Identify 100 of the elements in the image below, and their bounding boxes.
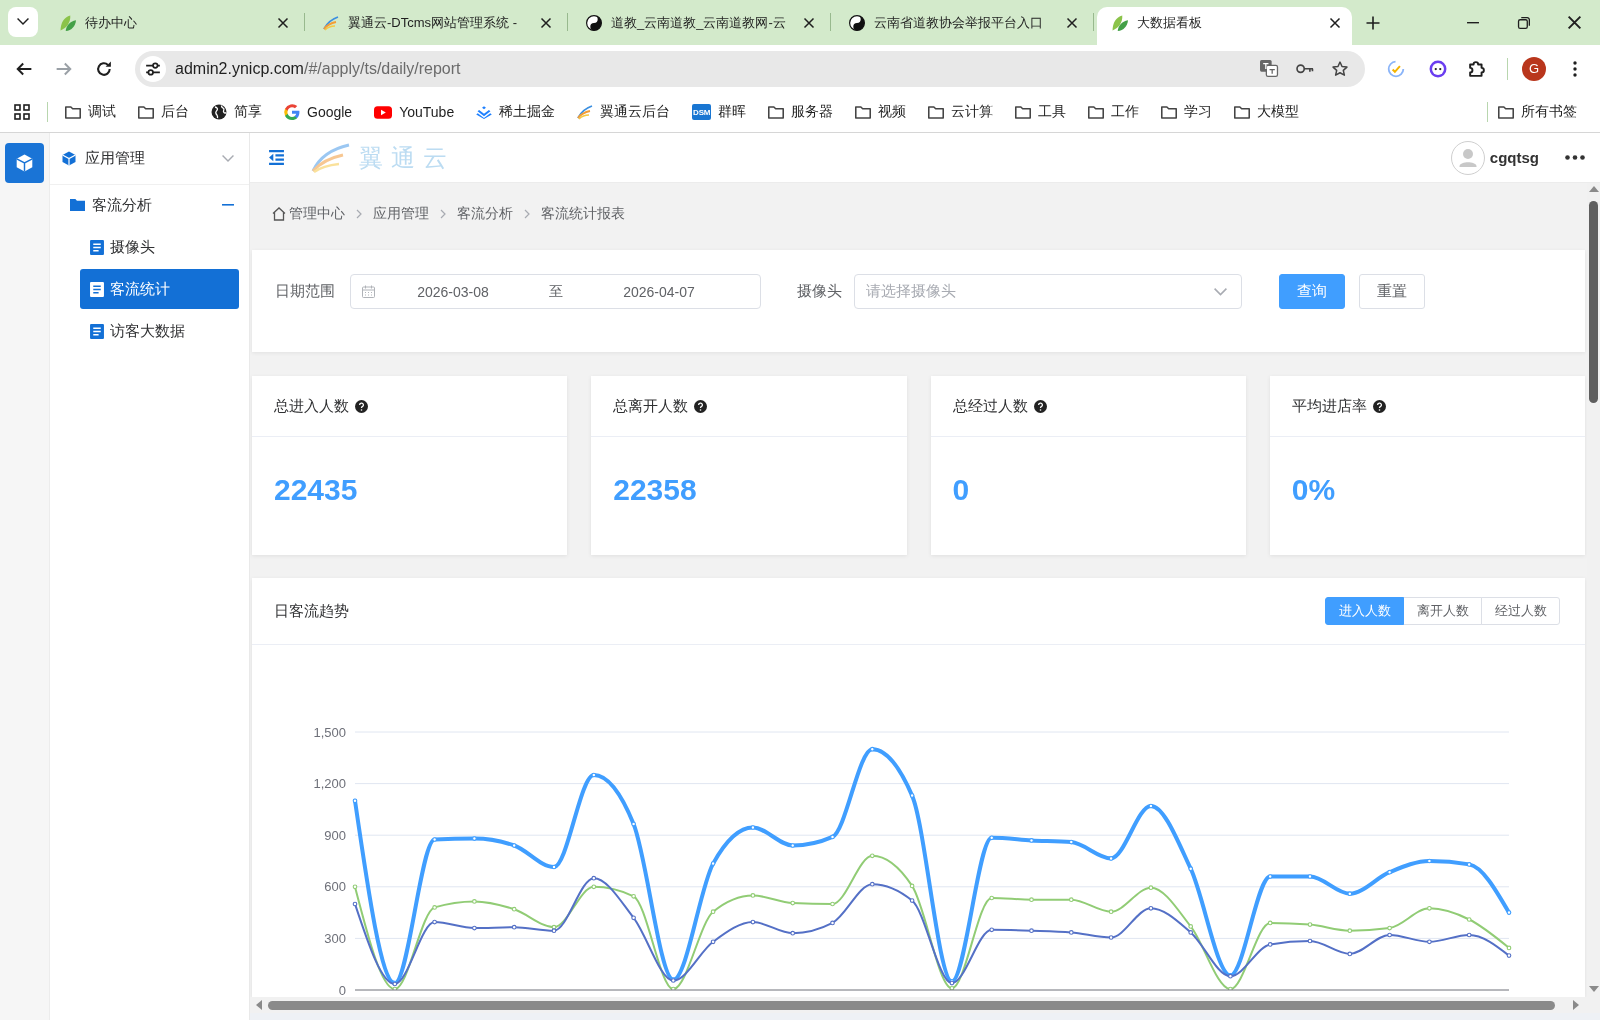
axis-label: 600: [324, 879, 346, 895]
bookmark-item[interactable]: 简享: [202, 97, 271, 127]
document-icon: [90, 281, 104, 297]
scrollbar-thumb[interactable]: [1589, 201, 1598, 403]
stat-title: 总经过人数: [952, 396, 1028, 416]
bookmark-item[interactable]: YouTube: [365, 97, 464, 127]
g-logo-icon: [284, 104, 300, 120]
chevron-down-icon: [222, 154, 234, 163]
help-icon: [694, 399, 708, 413]
minimize-icon[interactable]: [1466, 21, 1479, 24]
bookmark-item[interactable]: 调试: [56, 97, 125, 127]
back-arrow-icon: [16, 62, 32, 75]
play-icon: [374, 105, 393, 119]
axis-label: 0: [338, 982, 346, 997]
address-field[interactable]: admin2.ynicp.com/#/apply/ts/daily/report: [135, 50, 1365, 87]
folder-icon: [855, 105, 872, 119]
chevron-down-icon: [1214, 287, 1227, 296]
bookmark-item[interactable]: 视频: [846, 97, 916, 127]
stat-title: 总离开人数: [613, 396, 689, 416]
bookmark-item[interactable]: 工作: [1079, 97, 1149, 127]
close-icon[interactable]: [541, 17, 551, 28]
segment-button[interactable]: 离开人数: [1403, 597, 1482, 625]
field-label: 摄像头: [797, 281, 842, 301]
stat-value: 0%: [1291, 473, 1336, 507]
translate-icon[interactable]: [1260, 60, 1278, 77]
cube-icon: [62, 151, 76, 166]
menu-group[interactable]: 应用管理: [50, 133, 249, 185]
help-icon: [355, 399, 368, 413]
app-launcher-button[interactable]: [5, 143, 44, 183]
check-circle-icon[interactable]: [1387, 59, 1405, 78]
breadcrumb-link[interactable]: 应用管理: [373, 205, 429, 223]
bookmark-item[interactable]: 学习: [1152, 97, 1222, 127]
menu-item[interactable]: 客流统计: [80, 269, 239, 309]
swoosh-logo-icon: [311, 142, 351, 173]
tab-search-button[interactable]: [8, 7, 38, 37]
document-icon: [90, 323, 104, 339]
swoosh-icon: [577, 105, 594, 119]
chevron-right-icon: [440, 209, 446, 219]
more-icon[interactable]: [1565, 155, 1585, 160]
right-arrow-icon[interactable]: [1573, 1000, 1579, 1010]
menu-item[interactable]: 访客大数据: [80, 311, 239, 351]
browser-tab[interactable]: 大数据看板: [1097, 7, 1352, 45]
stat-value: 0: [952, 473, 970, 507]
globe-icon: [211, 104, 227, 120]
key-icon[interactable]: [1296, 63, 1314, 74]
breadcrumb-link[interactable]: 客流分析: [457, 205, 513, 223]
bookmark-item[interactable]: 大模型: [1225, 97, 1309, 127]
home-icon: [272, 207, 286, 221]
stat-title: 总进入人数: [274, 396, 349, 416]
folder-icon: [1161, 105, 1178, 119]
bookmark-item[interactable]: Google: [275, 97, 362, 127]
breadcrumb-link[interactable]: 管理中心: [289, 205, 345, 223]
restore-icon[interactable]: [1517, 16, 1530, 29]
chevron-down-icon: [17, 18, 29, 26]
bookmark-item[interactable]: 后台: [129, 97, 198, 127]
bookmark-item[interactable]: DSM 群晖: [683, 97, 756, 127]
more-icon[interactable]: [1573, 60, 1577, 77]
menu-item[interactable]: 摄像头: [80, 227, 239, 267]
apps-grid-icon[interactable]: [14, 104, 30, 120]
reload-icon: [96, 61, 112, 76]
bookmark-item[interactable]: 工具: [1006, 97, 1076, 127]
chevron-right-icon: [356, 209, 362, 219]
segment-button[interactable]: 经过人数: [1481, 597, 1560, 625]
scrollbar-thumb[interactable]: [268, 1000, 1555, 1010]
puzzle-icon[interactable]: [1469, 60, 1485, 77]
bookmark-item[interactable]: 翼通云后台: [568, 97, 680, 127]
close-icon[interactable]: [278, 17, 288, 28]
close-icon[interactable]: [804, 17, 814, 28]
field-label: 日期范围: [275, 281, 335, 301]
site-info-button[interactable]: [140, 55, 166, 82]
menu-fold-icon[interactable]: [268, 150, 285, 165]
star-icon[interactable]: [1332, 60, 1348, 77]
help-icon: [1033, 399, 1047, 413]
bookmark-item[interactable]: 云计算: [919, 97, 1003, 127]
bookmark-item[interactable]: 服务器: [759, 97, 843, 127]
profile-avatar[interactable]: G: [1522, 56, 1546, 81]
user-name[interactable]: cgqtsg: [1489, 149, 1539, 166]
document-icon: [90, 239, 104, 255]
reset-button[interactable]: 重置: [1359, 274, 1425, 309]
plus-icon[interactable]: [1366, 16, 1380, 30]
folder-icon: [1234, 105, 1251, 119]
close-icon[interactable]: [1568, 16, 1581, 29]
bookmark-item[interactable]: 稀土掘金: [467, 97, 565, 127]
folder-icon: [1498, 105, 1514, 119]
cube-icon: [16, 154, 33, 172]
chevron-right-icon: [524, 209, 530, 219]
leaf-icon: [60, 14, 76, 31]
folder-icon: [1088, 105, 1105, 119]
face-icon[interactable]: [1429, 59, 1447, 78]
left-arrow-icon[interactable]: [256, 1000, 262, 1010]
logo-text: 翼通云: [359, 142, 455, 173]
bookmark-item[interactable]: 所有书签: [1489, 97, 1586, 127]
folder-icon: [70, 199, 85, 211]
close-icon[interactable]: [1330, 17, 1340, 28]
up-arrow-icon[interactable]: [1588, 186, 1599, 192]
down-arrow-icon[interactable]: [1588, 986, 1599, 992]
close-icon[interactable]: [1067, 17, 1077, 28]
submenu-item[interactable]: 客流分析: [50, 185, 249, 225]
date-range-field[interactable]: 2026-03-08 至 2026-04-07: [350, 274, 761, 309]
stat-title: 平均进店率: [1291, 396, 1367, 416]
